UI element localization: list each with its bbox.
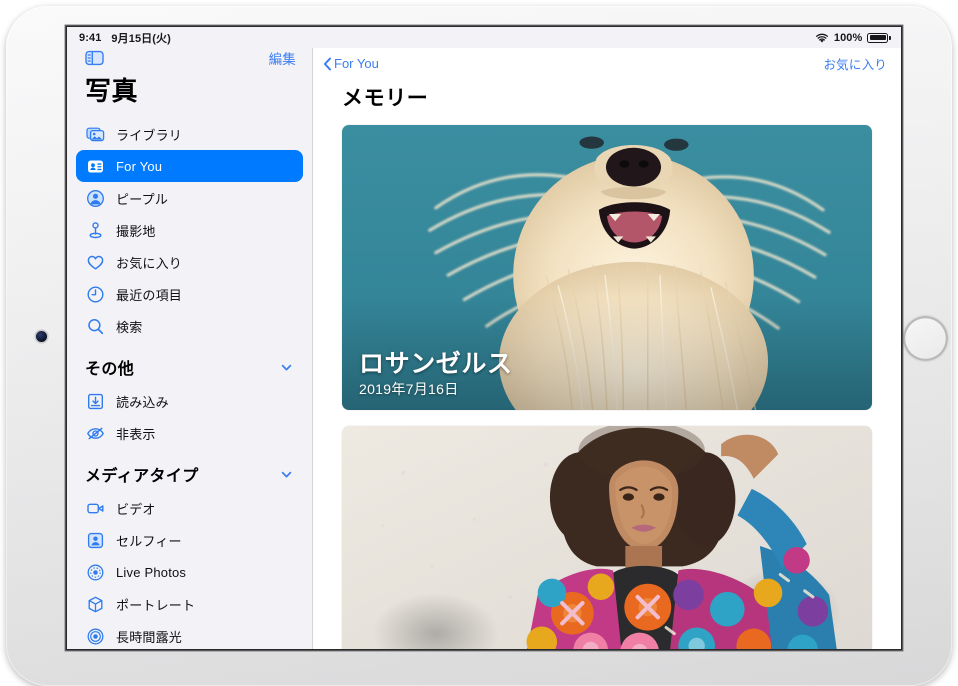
long-exposure-icon [86, 627, 105, 646]
sidebar: 編集 写真 ライブラリ [67, 48, 313, 649]
live-photos-icon [86, 563, 105, 582]
favorites-button[interactable]: お気に入り [823, 54, 887, 73]
sidebar-item-label: For You [116, 159, 162, 174]
sidebar-item-videos[interactable]: ビデオ [76, 492, 303, 524]
sidebar-item-for-you[interactable]: For You [76, 150, 303, 182]
battery-percent-label: 100% [834, 32, 863, 44]
sidebar-primary-list: ライブラリ F [67, 118, 312, 342]
clock-icon [86, 285, 105, 304]
portrait-cube-icon [86, 595, 105, 614]
sidebar-item-places[interactable]: 撮影地 [76, 214, 303, 246]
photos-library-icon [86, 125, 105, 144]
sidebar-item-long-exposure[interactable]: 長時間露光 [76, 620, 303, 649]
memory-photo-portrait [342, 426, 872, 649]
section-title: メディアタイプ [85, 462, 199, 486]
sidebar-item-label: お気に入り [116, 253, 182, 272]
sidebar-item-live-photos[interactable]: Live Photos [76, 556, 303, 588]
sidebar-item-favorites[interactable]: お気に入り [76, 246, 303, 278]
section-title: その他 [85, 355, 134, 379]
back-button[interactable]: For You [323, 56, 379, 71]
heart-icon [86, 253, 105, 272]
photos-app: 編集 写真 ライブラリ [67, 48, 901, 649]
hidden-eye-icon [86, 424, 105, 443]
sidebar-item-selfies[interactable]: セルフィー [76, 524, 303, 556]
status-time: 9:41 [79, 32, 101, 44]
back-button-label: For You [334, 56, 379, 71]
memory-card-dog[interactable]: ロサンゼルス 2019年7月16日 [342, 125, 872, 410]
main-toolbar: For You お気に入り [313, 48, 901, 79]
home-button[interactable] [903, 316, 948, 361]
memory-card-title: ロサンゼルス [359, 350, 513, 378]
video-icon [86, 499, 105, 518]
sidebar-item-label: ピープル [116, 189, 168, 208]
sidebar-item-library[interactable]: ライブラリ [76, 118, 303, 150]
selfie-icon [86, 531, 105, 550]
sidebar-item-hidden[interactable]: 非表示 [76, 417, 303, 449]
edit-button[interactable]: 編集 [269, 48, 296, 68]
sidebar-section-header-other[interactable]: その他 [67, 342, 312, 385]
ipad-device-frame: 9:41 9月15日(火) 100% [6, 6, 952, 686]
search-icon [86, 317, 105, 336]
chevron-down-icon[interactable] [280, 361, 293, 374]
memories-title: メモリー [313, 79, 901, 125]
sidebar-item-label: 読み込み [116, 392, 169, 411]
sidebar-item-label: Live Photos [116, 565, 186, 580]
memories-card-list: ロサンゼルス 2019年7月16日 [313, 125, 901, 649]
sidebar-media-types-list: ビデオ セルフィー [67, 492, 312, 649]
people-icon [86, 189, 105, 208]
page-title: 写真 [67, 68, 312, 118]
sidebar-item-label: 検索 [116, 317, 142, 336]
status-bar-left: 9:41 9月15日(火) [79, 30, 171, 46]
sidebar-toolbar: 編集 [67, 48, 312, 68]
wifi-icon [815, 33, 829, 44]
status-bar: 9:41 9月15日(火) 100% [67, 27, 901, 48]
sidebar-item-label: 撮影地 [116, 221, 156, 240]
sidebar-item-people[interactable]: ピープル [76, 182, 303, 214]
sidebar-item-label: ビデオ [116, 499, 156, 518]
sidebar-item-label: 非表示 [116, 424, 156, 443]
memory-card-portrait[interactable] [342, 426, 872, 649]
for-you-icon [86, 157, 105, 176]
sidebar-item-label: 長時間露光 [116, 627, 182, 646]
sidebar-item-recents[interactable]: 最近の項目 [76, 278, 303, 310]
status-bar-right: 100% [815, 32, 891, 44]
main-content: For You お気に入り メモリー [313, 48, 901, 649]
sidebar-item-search[interactable]: 検索 [76, 310, 303, 342]
sidebar-item-portrait[interactable]: ポートレート [76, 588, 303, 620]
sidebar-item-label: セルフィー [116, 531, 182, 550]
battery-icon [867, 33, 891, 43]
sidebar-item-label: ポートレート [116, 595, 195, 614]
sidebar-section-header-media-types[interactable]: メディアタイプ [67, 449, 312, 492]
memory-card-caption: ロサンゼルス 2019年7月16日 [359, 350, 513, 399]
import-icon [86, 392, 105, 411]
memory-card-date: 2019年7月16日 [359, 379, 513, 399]
ipad-screen: 9:41 9月15日(火) 100% [67, 27, 901, 649]
sidebar-item-label: 最近の項目 [116, 285, 182, 304]
sidebar-toggle-icon[interactable] [85, 50, 104, 66]
sidebar-item-label: ライブラリ [116, 125, 182, 144]
status-date: 9月15日(火) [111, 30, 170, 46]
front-camera-icon [36, 331, 47, 342]
sidebar-other-list: 読み込み 非表示 [67, 385, 312, 449]
places-pin-icon [86, 221, 105, 240]
chevron-down-icon[interactable] [280, 468, 293, 481]
chevron-left-icon [323, 57, 332, 71]
sidebar-item-imports[interactable]: 読み込み [76, 385, 303, 417]
